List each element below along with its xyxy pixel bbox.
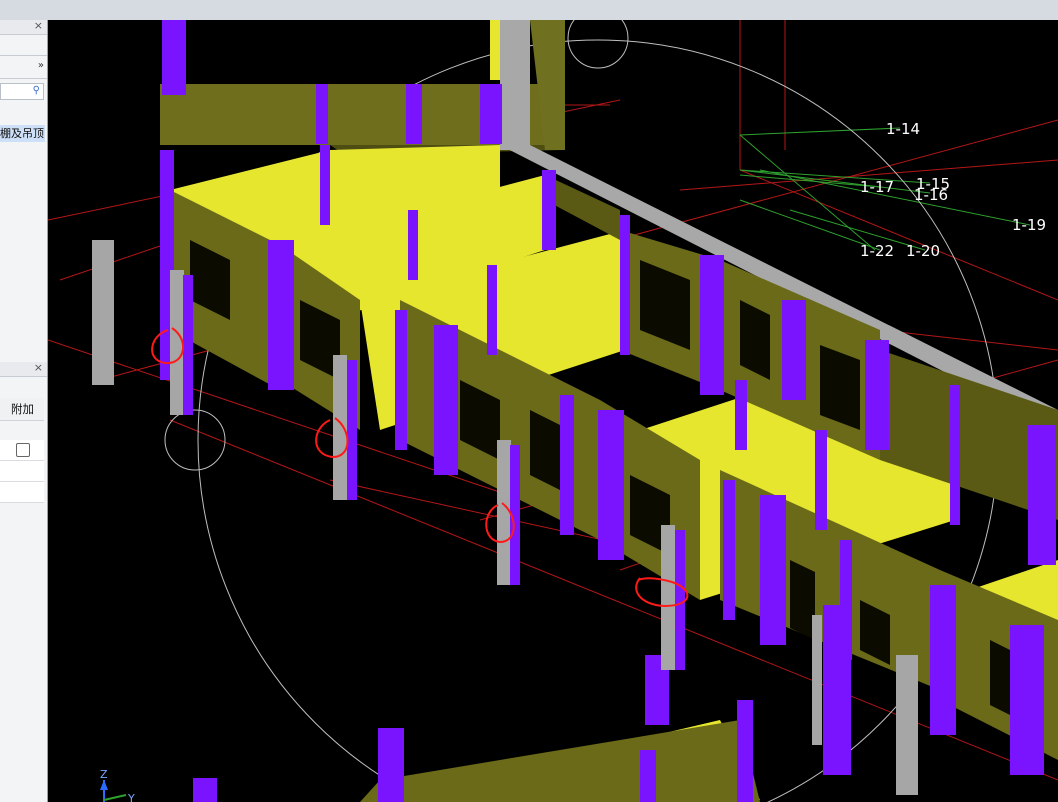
grid-label: 1-14	[886, 120, 920, 138]
table-row[interactable]	[0, 440, 44, 461]
grid-label: 1-17	[860, 178, 894, 196]
model-scene[interactable]: Z Y 1-14 1-17 1-15 1-16 1-19 1-22 1-20	[48, 20, 1058, 802]
divider	[0, 78, 47, 79]
attach-checkbox[interactable]	[16, 443, 30, 457]
3d-viewport[interactable]: Z Y 1-14 1-17 1-15 1-16 1-19 1-22 1-20	[48, 20, 1058, 802]
title-bar	[0, 0, 1058, 21]
upper-pane-header: ×	[0, 19, 47, 35]
lower-pane-header: ×	[0, 361, 47, 377]
search-icon[interactable]: ⚲	[33, 85, 40, 96]
divider	[0, 55, 47, 56]
grid-label: 1-20	[906, 242, 940, 260]
expand-chevron-icon[interactable]: »	[38, 60, 44, 71]
top-beam[interactable]	[160, 20, 565, 155]
search-input[interactable]: ⚲	[0, 83, 44, 100]
axis-z-label: Z	[100, 768, 108, 781]
column-header-label: 附加	[11, 402, 34, 416]
close-icon[interactable]: ×	[34, 19, 43, 32]
column-header[interactable]: 附加	[0, 398, 44, 421]
table-row[interactable]	[0, 482, 44, 503]
grid-label: 1-22	[860, 242, 894, 260]
grid-label: 1-16	[914, 186, 948, 204]
axis-y-label: Y	[127, 792, 135, 802]
table-row[interactable]	[0, 461, 44, 482]
tree-item-ceiling[interactable]: 棚及吊顶	[0, 125, 45, 142]
close-icon[interactable]: ×	[34, 361, 43, 374]
left-panel: × » ⚲ 棚及吊顶 × 附加	[0, 19, 48, 802]
grid-label: 1-19	[1012, 216, 1046, 234]
axis-indicator: Z Y	[100, 768, 135, 802]
